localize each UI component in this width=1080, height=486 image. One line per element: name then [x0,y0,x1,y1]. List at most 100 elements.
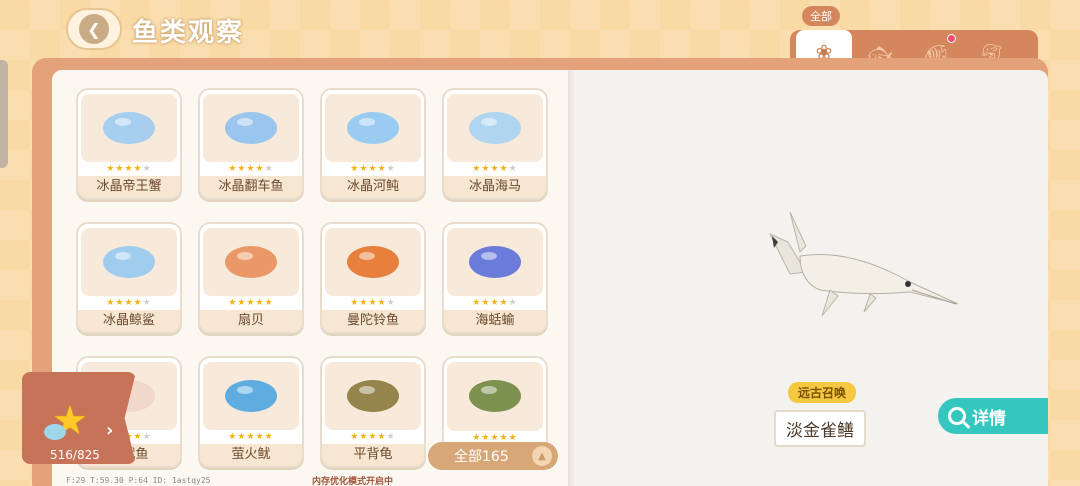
catalog-card[interactable]: ★★★★★ 海蛞蝓 [442,222,548,334]
star-icon: ★ [246,432,256,443]
card-name: 冰晶翻车鱼 [200,176,302,198]
star-icon: ★ [133,298,143,309]
star-icon: ★ [499,164,509,175]
star-rating: ★★★★★ [472,164,517,176]
card-name: 冰晶鲸鲨 [78,310,180,332]
active-tab-label: 全部 [802,6,840,26]
catalog-card[interactable]: ★★★★★ 冰晶翻车鱼 [198,88,304,200]
star-icon: ★ [377,164,387,175]
star-icon: ★ [255,164,265,175]
creature-image [447,228,543,297]
star-icon: ★ [246,298,256,309]
star-icon: ★ [368,298,378,309]
star-icon: ★ [472,298,482,309]
star-icon: ★ [264,164,274,175]
catalog-grid: ★★★★★ 冰晶帝王蟹 ★★★★★ 冰晶翻车鱼 ★★★★★ 冰晶河鲀 ★★★★★ 冰晶海马 ★★… [76,88,548,468]
debug-stats: F:29 T:59.30 P:64 ID: 1astqy25 [66,476,211,485]
star-icon: ★ [499,298,509,309]
star-icon: ★ [472,164,482,175]
creature-image [203,94,299,163]
star-rating: ★★★★★ [228,164,273,176]
star-icon: ★ [386,432,396,443]
star-rating: ★★★★★ [350,164,395,176]
star-icon: ★ [368,432,378,443]
card-name: 扇贝 [200,310,302,332]
star-rating: ★★★★★ [350,298,395,310]
card-name: 萤火鱿 [200,444,302,466]
star-icon: ★ [508,298,518,309]
star-icon: ★ [106,164,116,175]
notification-dot [947,34,956,43]
star-icon: ★ [255,432,265,443]
star-icon: ★ [228,164,238,175]
detail-label: 详情 [972,408,1006,429]
catalog-card[interactable]: ★★★★★ 冰晶河鲀 [320,88,426,200]
star-icon: ★ [377,432,387,443]
star-icon: ★ [350,432,360,443]
catalog-card[interactable]: ★★★★★ 萤火鱿 [198,356,304,468]
star-rating: ★★★★★ [228,432,273,444]
star-icon: ★ [133,164,143,175]
star-icon: ★ [386,298,396,309]
card-name: 冰晶海马 [444,176,546,198]
star-rating: ★★★★★ [350,432,395,444]
chevron-right-icon: › [106,420,114,441]
star-icon: ★ [377,298,387,309]
page-title: 鱼类观察 [132,18,245,48]
card-name: 冰晶河鲀 [322,176,424,198]
star-rating: ★★★★★ [472,298,517,310]
memory-notice: 内存优化模式开启中 [312,477,394,486]
star-icon: ★ [228,298,238,309]
fish-name: 淡金雀鳝 [774,410,866,447]
catalog-card[interactable]: ★★★★★ 冰晶鲸鲨 [76,222,182,334]
creature-image [447,362,543,431]
star-rating: ★★★★★ [106,298,151,310]
detail-button[interactable]: 详情 [938,398,1048,434]
left-edge-handle[interactable] [0,60,8,168]
card-name: 海蛞蝓 [444,310,546,332]
creature-image [81,94,177,163]
star-icon: ★ [350,164,360,175]
star-icon: ★ [490,164,500,175]
catalog-card[interactable]: ★★★★★ 扇贝 [198,222,304,334]
catalog-card[interactable]: ★★★★★ 曼陀铃鱼 [320,222,426,334]
star-icon: ★ [106,298,116,309]
fish-mini-icon [44,424,66,440]
rarity-badge: 远古召唤 [788,382,857,403]
star-rating: ★★★★★ [228,298,273,310]
star-icon: ★ [124,298,134,309]
card-name: 平背龟 [322,444,424,466]
fish-illustration [768,212,959,317]
creature-image [81,228,177,297]
search-icon [948,407,966,425]
filter-pill[interactable]: 全部165 ▲ [428,442,558,470]
star-icon: ★ [133,432,143,443]
star-icon: ★ [490,298,500,309]
star-icon: ★ [246,164,256,175]
creature-image [325,362,421,431]
star-rating: ★★★★★ [106,164,151,176]
creature-image [447,94,543,163]
creature-image [203,228,299,297]
star-icon: ★ [228,432,238,443]
star-icon: ★ [124,164,134,175]
star-icon: ★ [368,164,378,175]
back-button[interactable]: ❮ [66,8,122,50]
star-icon: ★ [264,298,274,309]
catalog-card[interactable]: ★★★★★ 平背龟 [320,356,426,468]
card-name: 冰晶帝王蟹 [78,176,180,198]
collection-count: 516/825 [50,448,100,462]
back-arrow-icon: ❮ [79,14,109,44]
star-icon: ★ [142,164,152,175]
star-icon: ★ [386,164,396,175]
catalog-card[interactable]: ★★★★★ 冰晶帝王蟹 [76,88,182,200]
card-name: 曼陀铃鱼 [322,310,424,332]
creature-image [325,94,421,163]
chevron-up-icon: ▲ [532,446,552,466]
creature-image [203,362,299,431]
star-icon: ★ [350,298,360,309]
catalog-card[interactable]: ★★★★★ 冰晶海马 [442,88,548,200]
filter-label: 全部165 [454,449,509,465]
creature-image [325,228,421,297]
book-spine [568,70,576,486]
